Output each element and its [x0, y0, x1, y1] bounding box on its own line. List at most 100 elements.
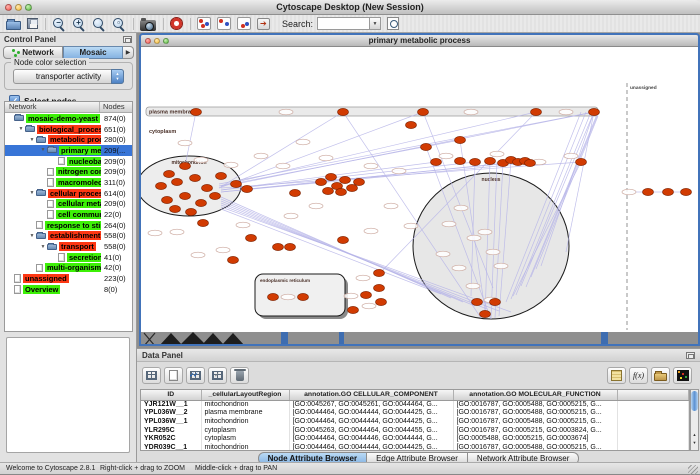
create-network-view-icon[interactable]	[217, 17, 231, 30]
table-row[interactable]: YJR121W__1mitochondrion[GO:0045267, GO:0…	[141, 400, 689, 409]
network-node[interactable]	[576, 158, 587, 165]
table-cell[interactable]: [GO:0044464, GO:0044444, GO:0044425, G..…	[289, 409, 453, 418]
network-canvas[interactable]: plasma membranecytoplasmmitochondrionnuc…	[141, 47, 698, 346]
network-node[interactable]	[347, 184, 358, 191]
zoom-selected-icon[interactable]	[92, 17, 106, 31]
table-column-header[interactable]: annotation.GO MOLECULAR_FUNCTION	[453, 390, 617, 400]
expander-icon[interactable]: ▼	[28, 233, 36, 239]
scroll-up-arrow[interactable]: ▲	[691, 432, 698, 437]
open-session-icon[interactable]	[6, 21, 21, 30]
network-node[interactable]	[273, 243, 284, 250]
network-node[interactable]	[180, 192, 191, 199]
network-node[interactable]	[156, 182, 167, 189]
view-close-button[interactable]	[145, 38, 151, 44]
new-attribute-icon[interactable]	[164, 367, 183, 384]
network-node[interactable]	[431, 158, 442, 165]
table-cell[interactable]: YKR052C	[141, 434, 201, 443]
tree-row[interactable]: ▼establishment of lo558(0)	[5, 231, 132, 242]
minimize-button[interactable]	[15, 4, 22, 11]
network-node[interactable]	[170, 205, 181, 212]
tree-row[interactable]: nitrogen compo209(0)	[5, 166, 132, 177]
network-node[interactable]	[589, 108, 600, 115]
network-node[interactable]	[338, 236, 349, 243]
tree-column-nodes[interactable]: Nodes	[100, 102, 132, 112]
table-cell[interactable]: cytoplasm	[201, 426, 289, 435]
expander-icon[interactable]: ▼	[17, 126, 25, 132]
expander-icon[interactable]: ▼	[39, 244, 47, 250]
network-node[interactable]	[455, 157, 466, 164]
network-node[interactable]	[348, 306, 359, 313]
formula-builder-icon[interactable]: f(x)	[629, 367, 648, 384]
network-node[interactable]	[525, 159, 536, 166]
network-node[interactable]	[246, 234, 257, 241]
table-cell[interactable]: YJR121W__1	[141, 400, 201, 409]
snapshot-camera-icon[interactable]	[140, 20, 156, 31]
zoom-in-icon[interactable]: +	[72, 17, 86, 31]
tab-overflow-arrow[interactable]: ▶	[123, 46, 134, 59]
network-node[interactable]	[191, 108, 202, 115]
network-node[interactable]	[490, 298, 501, 305]
search-dropdown-arrow[interactable]: ▼	[369, 17, 381, 30]
network-node[interactable]	[172, 178, 183, 185]
network-node[interactable]	[681, 188, 692, 195]
table-column-header[interactable]: ID	[141, 390, 201, 400]
tree-row[interactable]: mosaic-demo-yeast874(0)	[5, 113, 132, 124]
table-row[interactable]: YKR052Ccytoplasm[GO:0044464, GO:0044446,…	[141, 434, 689, 443]
help-lifering-icon[interactable]	[170, 17, 183, 30]
table-cell[interactable]: [GO:0045263, GO:0044464, GO:0044455, G..…	[289, 426, 453, 435]
table-cell[interactable]: YDR039C__1	[141, 443, 201, 451]
table-row[interactable]: YPL036W__2plasma membrane[GO:0044464, GO…	[141, 409, 689, 418]
zoom-button[interactable]	[25, 4, 32, 11]
tree-header[interactable]: Network Nodes	[5, 102, 132, 113]
table-cell[interactable]: YPL036W__2	[141, 409, 201, 418]
scroll-down-arrow[interactable]: ▼	[691, 440, 698, 445]
expander-icon[interactable]: ▼	[28, 190, 36, 196]
table-cell[interactable]: [GO:0016787, GO:0005488, GO:0005215, G..…	[453, 417, 617, 426]
tree-row[interactable]: secretion41(0)	[5, 252, 132, 263]
network-node[interactable]	[285, 243, 296, 250]
network-view-titlebar[interactable]: primary metabolic process	[141, 35, 698, 47]
table-cell[interactable]: [GO:0016787, GO:0005488, GO:0005215, G..…	[453, 409, 617, 418]
network-node[interactable]	[268, 293, 279, 300]
birdseye-view-panel[interactable]	[6, 337, 130, 453]
network-node[interactable]	[663, 188, 674, 195]
network-node[interactable]	[231, 180, 242, 187]
network-node[interactable]	[376, 298, 387, 305]
tree-row[interactable]: unassigned223(0)	[5, 273, 132, 284]
view-minimize-button[interactable]	[154, 38, 160, 44]
save-session-icon[interactable]	[27, 18, 38, 29]
network-node[interactable]	[374, 284, 385, 291]
tree-row[interactable]: ▼biological_process651(0)	[5, 124, 132, 135]
table-cell[interactable]: [GO:0044464, GO:0044446, GO:0044444, G..…	[289, 434, 453, 443]
float-data-panel-icon[interactable]	[686, 352, 695, 359]
table-cell[interactable]: [GO:0044464, GO:0044444, GO:0044425, G..…	[289, 443, 453, 451]
float-panel-icon[interactable]	[123, 36, 132, 43]
load-attributes-folder-icon[interactable]	[651, 367, 670, 384]
network-node[interactable]	[643, 188, 654, 195]
network-node[interactable]	[323, 187, 334, 194]
network-node[interactable]	[210, 192, 221, 199]
network-node[interactable]	[340, 176, 351, 183]
delete-attribute-icon[interactable]	[230, 367, 249, 384]
network-node[interactable]	[480, 310, 491, 317]
table-cell[interactable]: YLR295C	[141, 426, 201, 435]
table-cell[interactable]: mitochondrion	[201, 443, 289, 451]
network-node[interactable]	[316, 178, 327, 185]
attribute-wizard-icon[interactable]	[257, 18, 270, 30]
network-node[interactable]	[418, 108, 429, 115]
table-scrollbar[interactable]: ▲ ▼	[690, 389, 699, 451]
search-input[interactable]	[317, 17, 369, 30]
tree-row[interactable]: macromolecule311(0)	[5, 177, 132, 188]
network-node[interactable]	[198, 219, 209, 226]
expander-icon[interactable]: ▼	[39, 147, 47, 153]
tree-row[interactable]: ▼metabolic process280(0)	[5, 134, 132, 145]
network-node[interactable]	[338, 108, 349, 115]
network-node[interactable]	[485, 157, 496, 164]
vizmapper-icon[interactable]	[197, 17, 211, 30]
tree-row[interactable]: Overview8(0)	[5, 284, 132, 295]
network-node[interactable]	[228, 256, 239, 263]
select-attributes-icon[interactable]	[186, 367, 205, 384]
table-cell[interactable]: [GO:0005488, GO:0005215, GO:0003674]	[453, 434, 617, 443]
network-node[interactable]	[531, 108, 542, 115]
enhanced-search-icon[interactable]	[387, 17, 399, 30]
